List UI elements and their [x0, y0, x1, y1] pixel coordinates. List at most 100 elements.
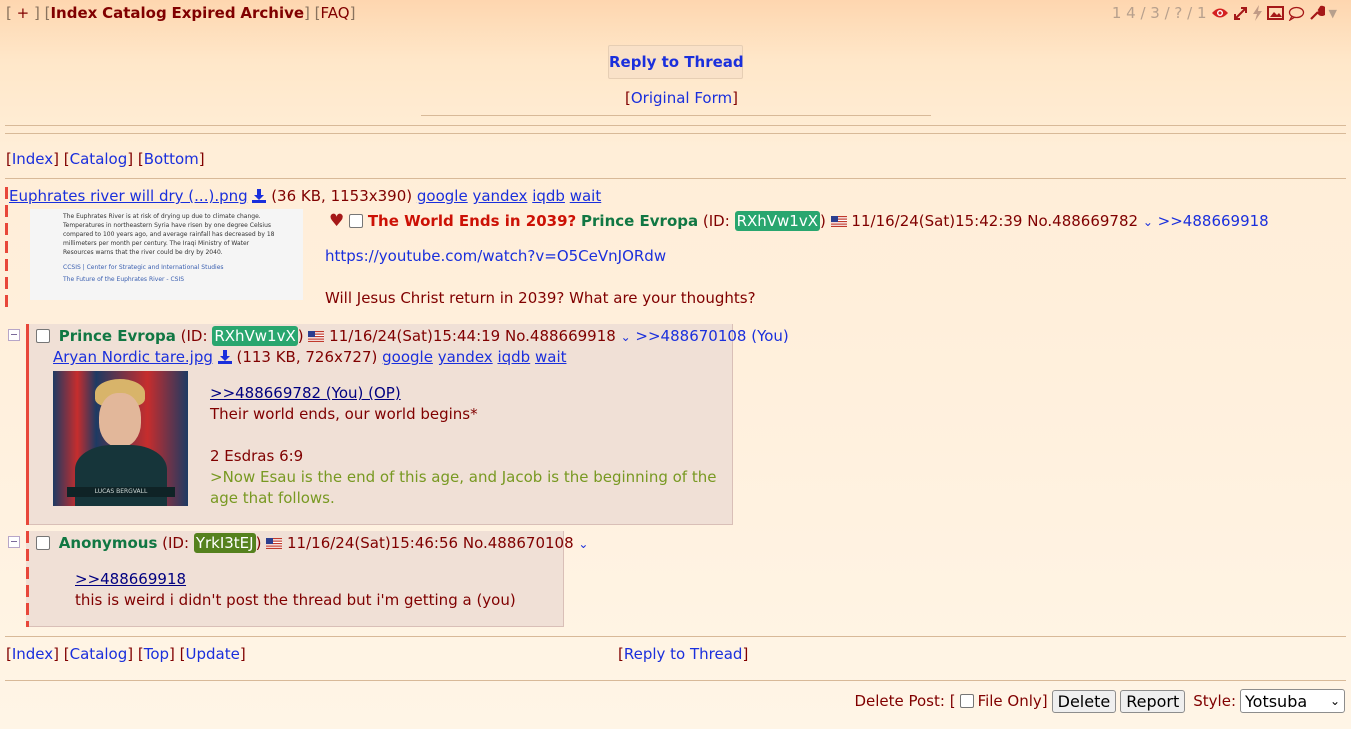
reply1-select-checkbox[interactable]: [36, 329, 50, 343]
thread-stats: 1 4 / 3 / ? / 1: [1111, 4, 1207, 22]
reply2-select-checkbox[interactable]: [36, 536, 50, 550]
report-button[interactable]: Report: [1120, 689, 1186, 713]
nav-index-link[interactable]: Index: [50, 4, 97, 22]
reply2-header: Anonymous (ID: YrkI3tEJ) 11/16/24(Sat)15…: [36, 533, 588, 553]
chevron-down-icon[interactable]: ⌄: [621, 330, 631, 344]
top-link[interactable]: Top: [144, 645, 169, 663]
delete-button[interactable]: Delete: [1051, 689, 1117, 713]
reply1-line1: Their world ends, our world begins*: [210, 405, 478, 423]
op-post-header: ♥ The World Ends in 2039? Prince Evropa …: [329, 211, 1269, 231]
expand-icon[interactable]: [1233, 6, 1248, 21]
caption-bar: LUCAS BERGVALL: [67, 487, 175, 497]
download-icon[interactable]: [217, 350, 232, 368]
nav-archive-link[interactable]: Archive: [240, 4, 304, 22]
google-search-link[interactable]: google: [417, 187, 468, 205]
op-highlight-stripe: [5, 187, 8, 308]
style-label: Style:: [1193, 692, 1236, 710]
reply2-post-number[interactable]: No.488670108: [463, 534, 574, 552]
download-icon[interactable]: [252, 189, 267, 207]
iqdb-search-link[interactable]: iqdb: [497, 348, 530, 366]
reply1-greentext: >Now Esau is the end of this age, and Ja…: [210, 468, 717, 486]
google-search-link[interactable]: google: [382, 348, 433, 366]
chevron-down-icon[interactable]: ⌄: [578, 537, 588, 551]
top-nav: [ + ] [Index Catalog Expired Archive] [F…: [6, 4, 356, 22]
us-flag-icon: [830, 216, 847, 227]
reply1-name: Prince Evropa: [58, 327, 176, 345]
op-thumbnail[interactable]: The Euphrates River is at risk of drying…: [30, 209, 303, 300]
op-youtube-link[interactable]: https://youtube.com/watch?v=O5CeVnJORdw: [325, 247, 666, 265]
update-link[interactable]: Update: [186, 645, 240, 663]
op-select-checkbox[interactable]: [349, 214, 364, 228]
reply1-backlink[interactable]: >>488670108 (You): [635, 327, 788, 345]
reply1-file-info: Aryan Nordic tare.jpg (113 KB, 726x727) …: [53, 348, 567, 368]
nav-expired-link[interactable]: Expired: [171, 4, 235, 22]
reply1-post-number[interactable]: No.488669918: [505, 327, 616, 345]
player-face: [99, 393, 141, 447]
reply-highlight-stripe: [26, 324, 29, 525]
eye-icon[interactable]: [1211, 6, 1229, 20]
op-file-link[interactable]: Euphrates river will dry (...).png: [9, 187, 248, 205]
delete-post-bar: Delete Post: [ File Only] Delete Report …: [854, 689, 1345, 713]
nav-catalog-link[interactable]: Catalog: [102, 4, 167, 22]
reply-highlight-stripe: [26, 531, 29, 627]
divider: [421, 115, 931, 116]
thread-stats-bar: 1 4 / 3 / ? / 1 ▼: [1112, 4, 1337, 22]
op-youtube-link-wrap: https://youtube.com/watch?v=O5CeVnJORdw: [325, 247, 666, 265]
reply1-thumbnail[interactable]: LUCAS BERGVALL: [53, 371, 188, 506]
toggle-nav-button[interactable]: +: [17, 4, 30, 22]
style-select[interactable]: Yotsuba ⌄: [1240, 689, 1345, 713]
wrench-icon[interactable]: [1309, 5, 1325, 21]
op-name: Prince Evropa: [581, 212, 699, 230]
image-icon[interactable]: [1266, 6, 1284, 20]
catalog-link[interactable]: Catalog: [70, 645, 128, 663]
op-post-number[interactable]: No.488669782: [1027, 212, 1138, 230]
yandex-search-link[interactable]: yandex: [438, 348, 493, 366]
op-file-size: (36 KB, 1153x390): [271, 187, 413, 205]
index-link[interactable]: Index: [12, 150, 53, 168]
divider: [5, 636, 1346, 637]
reply1-poster-id[interactable]: RXhVw1vX: [212, 326, 298, 346]
index-link[interactable]: Index: [12, 645, 53, 663]
op-poster-id[interactable]: RXhVw1vX: [734, 211, 820, 231]
heart-icon[interactable]: ♥: [329, 211, 344, 231]
chevron-down-icon[interactable]: ⌄: [1143, 215, 1153, 229]
reply1-greentext: age that follows.: [210, 489, 335, 507]
us-flag-icon: [308, 331, 325, 342]
hide-post-button[interactable]: [8, 329, 20, 341]
original-form-link[interactable]: Original Form: [631, 89, 732, 107]
op-backlink[interactable]: >>488669918: [1158, 212, 1269, 230]
yandex-search-link[interactable]: yandex: [472, 187, 527, 205]
reply1-quotelink[interactable]: >>488669782 (You) (OP): [210, 384, 401, 402]
delete-post-label: Delete Post: [: [854, 692, 956, 710]
reply2-name: Anonymous: [58, 534, 158, 552]
divider: [5, 680, 1346, 681]
reply2-quotelink[interactable]: >>488669918: [75, 570, 186, 588]
reply2-poster-id[interactable]: YrkI3tEJ: [193, 533, 256, 553]
thread-nav-top: [Index] [Catalog] [Bottom]: [6, 150, 205, 168]
bottom-link[interactable]: Bottom: [144, 150, 199, 168]
wait-search-link[interactable]: wait: [535, 348, 567, 366]
hide-post-button[interactable]: [8, 536, 20, 548]
lightning-icon[interactable]: [1252, 5, 1263, 21]
reply1-file-size: (113 KB, 726x727): [236, 348, 378, 366]
reply2-date: 11/16/24(Sat)15:46:56: [287, 534, 459, 552]
reply-to-thread-link[interactable]: Reply to Thread: [624, 645, 743, 663]
file-only-checkbox[interactable]: [959, 694, 974, 708]
chevron-down-icon: ⌄: [1329, 694, 1340, 708]
chevron-down-icon[interactable]: ▼: [1329, 7, 1337, 20]
chat-icon[interactable]: [1288, 6, 1305, 21]
thread-nav-bottom: [Index] [Catalog] [Top] [Update]: [6, 645, 246, 663]
file-only-label: File Only]: [977, 692, 1048, 710]
divider: [5, 133, 1346, 134]
original-form-link-wrap: [Original Form]: [625, 89, 738, 107]
nav-faq-link[interactable]: FAQ: [321, 4, 350, 22]
catalog-link[interactable]: Catalog: [70, 150, 128, 168]
op-subject: The World Ends in 2039?: [367, 212, 577, 230]
iqdb-search-link[interactable]: iqdb: [532, 187, 565, 205]
reply-to-thread-link-wrap: [Reply to Thread]: [618, 645, 749, 663]
reply1-file-link[interactable]: Aryan Nordic tare.jpg: [53, 348, 213, 366]
wait-search-link[interactable]: wait: [570, 187, 602, 205]
reply-to-thread-button[interactable]: Reply to Thread: [608, 45, 744, 79]
reply1-quotelink-wrap: >>488669782 (You) (OP): [210, 384, 401, 402]
reply1-line2: 2 Esdras 6:9: [210, 447, 304, 465]
